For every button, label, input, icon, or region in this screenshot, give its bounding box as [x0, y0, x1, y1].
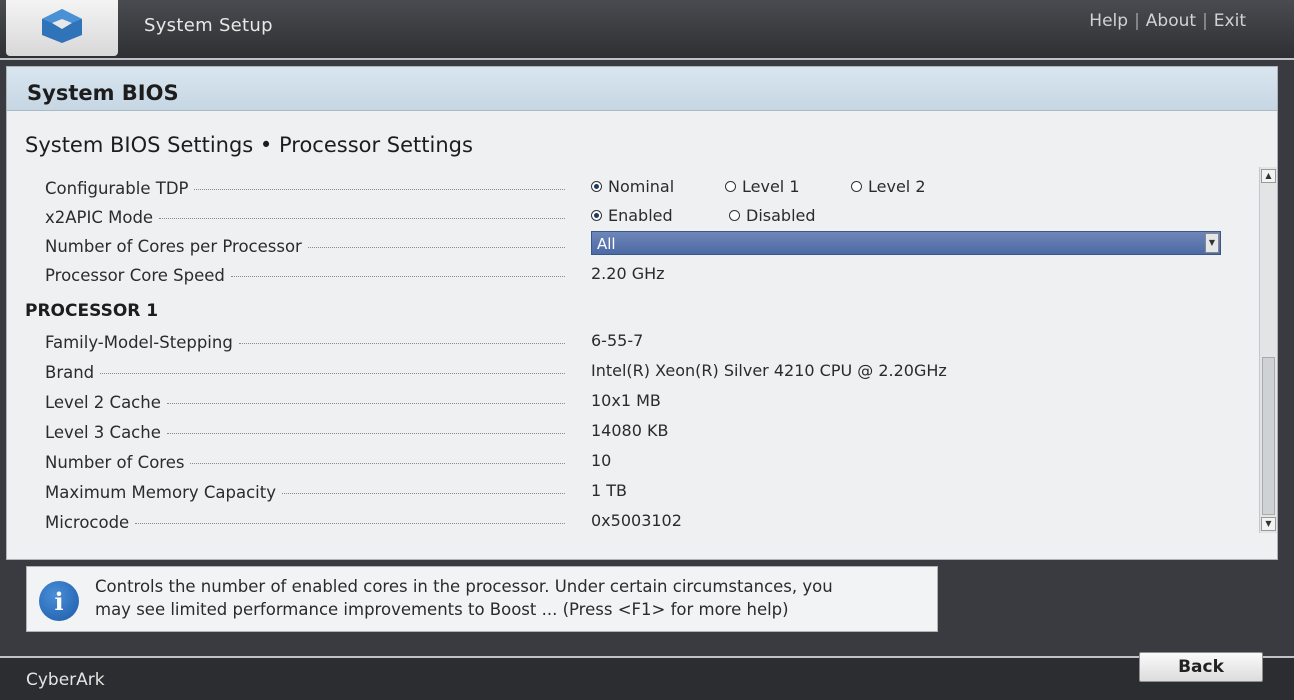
leader-dots	[194, 189, 565, 190]
info-row: Brand Intel(R) Xeon(R) Silver 4210 CPU @…	[45, 361, 1245, 389]
radio-empty-icon	[725, 181, 736, 192]
setting-label: Configurable TDP	[45, 179, 189, 198]
info-row: Level 3 Cache 14080 KB	[45, 421, 1245, 449]
setting-value: 2.20 GHz	[591, 264, 665, 283]
info-label: Brand	[45, 363, 95, 382]
leader-dots	[190, 463, 565, 464]
info-value: 0x5003102	[591, 511, 682, 530]
info-value: 1 TB	[591, 481, 628, 500]
scroll-thumb[interactable]	[1262, 357, 1275, 515]
system-name: CyberArk	[26, 670, 105, 690]
scroll-up-icon[interactable]: ▲	[1261, 169, 1276, 183]
setting-row-core-speed: Processor Core Speed 2.20 GHz	[45, 264, 1245, 292]
radio-selected-icon	[591, 210, 602, 221]
radio-x2apic-disabled[interactable]: Disabled	[729, 206, 816, 225]
info-value: 10x1 MB	[591, 391, 661, 410]
scrollbar[interactable]: ▲ ▼	[1259, 167, 1277, 533]
info-label: Level 2 Cache	[45, 393, 161, 412]
info-row: Number of Cores 10	[45, 451, 1245, 479]
radio-x2apic-enabled[interactable]: Enabled	[591, 206, 673, 225]
info-label: Number of Cores	[45, 453, 185, 472]
scroll-down-icon[interactable]: ▼	[1261, 517, 1276, 531]
help-box: i Controls the number of enabled cores i…	[26, 566, 938, 632]
panel-title: System BIOS	[7, 67, 1277, 111]
back-button[interactable]: Back	[1139, 652, 1263, 682]
radio-empty-icon	[851, 181, 862, 192]
info-row: Microcode 0x5003102	[45, 511, 1245, 539]
leader-dots	[166, 433, 565, 434]
settings-list: Configurable TDP Nominal Level 1 Level 2…	[7, 167, 1261, 537]
cube-logo-icon	[38, 7, 86, 49]
setting-row-configurable-tdp: Configurable TDP Nominal Level 1 Level 2	[45, 177, 1245, 205]
chevron-down-icon[interactable]: ▼	[1205, 233, 1219, 253]
radio-tdp-nominal[interactable]: Nominal	[591, 177, 674, 196]
leader-dots	[135, 523, 565, 524]
leader-dots	[100, 373, 565, 374]
setting-label: x2APIC Mode	[45, 208, 154, 227]
leader-dots	[238, 343, 565, 344]
radio-selected-icon	[591, 181, 602, 192]
info-label: Level 3 Cache	[45, 423, 161, 442]
radio-tdp-level1[interactable]: Level 1	[725, 177, 800, 196]
radio-tdp-level2[interactable]: Level 2	[851, 177, 926, 196]
setting-row-cores-per-processor: Number of Cores per Processor All ▼	[45, 231, 1245, 263]
info-value: 14080 KB	[591, 421, 669, 440]
select-value: All	[597, 235, 616, 253]
leader-dots	[282, 493, 565, 494]
info-value: 10	[591, 451, 612, 470]
link-separator: |	[1202, 11, 1208, 31]
exit-link[interactable]: Exit	[1214, 11, 1246, 31]
top-bar: System Setup Help | About | Exit	[0, 0, 1294, 60]
info-row: Family-Model-Stepping 6-55-7	[45, 331, 1245, 359]
link-separator: |	[1134, 11, 1140, 31]
leader-dots	[230, 276, 565, 277]
help-line: may see limited performance improvements…	[95, 600, 789, 619]
leader-dots	[159, 218, 565, 219]
radio-empty-icon	[729, 210, 740, 221]
info-label: Family-Model-Stepping	[45, 333, 233, 352]
info-label: Maximum Memory Capacity	[45, 483, 276, 502]
leader-dots	[166, 403, 565, 404]
cores-per-processor-select[interactable]: All ▼	[591, 231, 1221, 255]
info-value: 6-55-7	[591, 331, 644, 350]
setting-label: Processor Core Speed	[45, 266, 225, 285]
help-link[interactable]: Help	[1089, 11, 1128, 31]
info-label: Microcode	[45, 513, 130, 532]
info-row: Maximum Memory Capacity 1 TB	[45, 481, 1245, 509]
app-title: System Setup	[144, 15, 273, 36]
main-panel: System BIOS System BIOS Settings • Proce…	[6, 66, 1278, 560]
top-links: Help | About | Exit	[1089, 11, 1246, 31]
help-line: Controls the number of enabled cores in …	[95, 577, 833, 596]
logo	[6, 0, 118, 56]
page-title: System BIOS Settings • Processor Setting…	[25, 133, 473, 157]
setting-label: Number of Cores per Processor	[45, 237, 302, 256]
processor-heading: PROCESSOR 1	[25, 301, 159, 321]
help-text: Controls the number of enabled cores in …	[95, 575, 925, 621]
info-value: Intel(R) Xeon(R) Silver 4210 CPU @ 2.20G…	[591, 361, 947, 380]
footer-bar: CyberArk	[0, 656, 1294, 700]
leader-dots	[307, 247, 565, 248]
about-link[interactable]: About	[1146, 11, 1196, 31]
info-icon: i	[39, 581, 79, 621]
info-row: Level 2 Cache 10x1 MB	[45, 391, 1245, 419]
